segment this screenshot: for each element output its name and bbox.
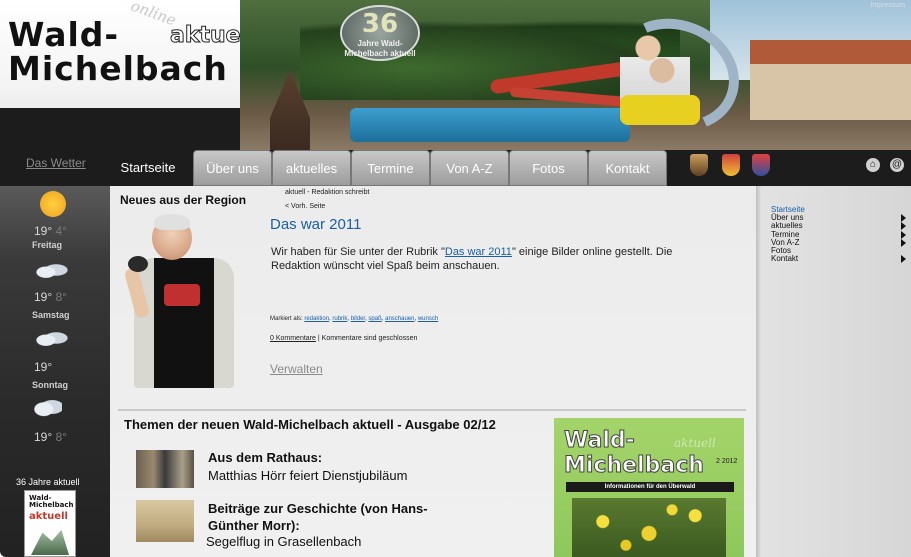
topic-title[interactable]: Aus dem Rathaus: [208, 450, 322, 465]
tab-startseite[interactable]: Startseite [114, 150, 182, 186]
topic-title[interactable]: Beiträge zur Geschichte (von Hans-Günthe… [208, 500, 438, 534]
temp-low: 4° [55, 224, 67, 238]
sidebar-item-von-a-z[interactable]: Von A-Z [771, 238, 906, 247]
banner-pool [350, 108, 630, 142]
crest-icon-3[interactable] [752, 154, 770, 176]
weather-temp-3: 19° [34, 360, 52, 374]
photo-body [134, 258, 234, 388]
banner-houses [750, 40, 911, 120]
arrow-right-icon [901, 214, 906, 223]
weather-temp-4: 19° 8° [34, 430, 67, 444]
cloudy-icon [34, 259, 68, 281]
comments-separator: | [317, 335, 320, 342]
photo-shirt-print [164, 284, 200, 306]
temp-low: 8° [55, 290, 67, 304]
section-title-themen: Themen der neuen Wald-Michelbach aktuell… [124, 417, 496, 432]
promo-cover[interactable]: Wald-Michelbach aktuell [24, 490, 76, 557]
weather-temp-2: 19° 8° [34, 290, 67, 304]
topic-thumbnail[interactable] [136, 500, 194, 542]
temp-high: 19° [34, 430, 53, 444]
previous-page-link[interactable]: < Vorh. Seite [285, 203, 325, 210]
promo-aktuell-text: aktuell [29, 511, 68, 522]
cover-strip: Informationen für den Überwald [566, 482, 734, 492]
promo-wald-text: Wald-Michelbach [29, 494, 74, 509]
topic-subtitle[interactable]: Matthias Hörr feiert Dienstjubiläum [208, 468, 407, 483]
cover-flowers-photo [572, 498, 726, 557]
tag-link[interactable]: spaß [368, 316, 381, 322]
impressum-link[interactable]: Impressum [870, 2, 905, 9]
promo-label: 36 Jahre aktuell [16, 477, 80, 487]
tags-label: Markiert als: [270, 316, 303, 322]
rain-icon [34, 396, 62, 418]
arrow-right-icon [901, 230, 906, 239]
logo-text-michelbach: Michelbach [8, 49, 228, 88]
arrow-right-icon [901, 222, 906, 231]
section-title-region: Neues aus der Region [120, 193, 247, 207]
comments-line: 0 Kommentare | Kommentare sind geschloss… [270, 335, 417, 342]
cover-title-wald: Wald- [564, 428, 636, 453]
logo-text-wald: Wald- [8, 15, 120, 54]
manage-link[interactable]: Verwalten [270, 362, 323, 376]
tag-link[interactable]: wunsch [418, 316, 438, 322]
comments-closed-text: Kommentare sind geschlossen [321, 335, 418, 342]
anniversary-badge: 36 Jahre Wald-Michelbach aktuell [340, 5, 420, 61]
cover-title-michelbach: Michelbach [564, 453, 705, 478]
article-title[interactable]: Das war 2011 [270, 216, 361, 233]
tab-von-a-z[interactable]: Von A-Z [430, 150, 509, 186]
sidebar-item-kontakt[interactable]: Kontakt [771, 254, 906, 264]
tag-link[interactable]: bilder [351, 316, 365, 322]
magazine-cover[interactable]: Wald- aktuell Michelbach 2 2012 Informat… [554, 418, 744, 557]
tab-aktuelles[interactable]: aktuelles [272, 150, 351, 186]
tag-list: Markiert als: redaktion, rubrik, bilder,… [270, 316, 439, 322]
article-text-pre: Wir haben für Sie unter der Rubrik " [271, 246, 445, 258]
weather-temp-1: 19° 4° [34, 224, 67, 238]
banner-cart [620, 95, 700, 125]
topic-subtitle[interactable]: Segelflug in Grasellenbach [206, 534, 361, 549]
weather-link[interactable]: Das Wetter [26, 156, 86, 170]
temp-high: 19° [34, 290, 53, 304]
sidebar-item-label: Kontakt [771, 254, 799, 264]
cover-title-aktuell: aktuell [674, 436, 716, 450]
temp-high: 19° [34, 360, 53, 374]
article-link[interactable]: Das war 2011 [445, 246, 512, 258]
page: { "logo": {"line1": "Wald-", "online": "… [0, 0, 911, 557]
tag-link[interactable]: rubrik [332, 316, 347, 322]
tab-termine[interactable]: Termine [351, 150, 430, 186]
tag-link[interactable]: redaktion [304, 316, 329, 322]
home-icon[interactable]: ⌂ [866, 158, 880, 172]
tag-link[interactable]: anschauen [385, 316, 414, 322]
weather-day-2: Samstag [32, 310, 70, 320]
sidebar-menu: Startseite Über uns aktuelles Termine Vo… [771, 205, 906, 264]
temp-low: 8° [55, 430, 67, 444]
photo-hair [154, 214, 190, 230]
email-icon[interactable]: @ [890, 158, 904, 172]
comments-link[interactable]: 0 Kommentare [270, 335, 316, 342]
promo-picture [31, 529, 69, 555]
sun-icon [40, 191, 66, 217]
topic-thumbnail[interactable] [136, 450, 194, 488]
badge-text: Jahre Wald-Michelbach aktuell [344, 39, 416, 58]
section-divider [118, 409, 746, 411]
weather-day-3: Sonntag [32, 380, 68, 390]
crest-icon-1[interactable] [690, 154, 708, 176]
temp-high: 19° [34, 224, 53, 238]
arrow-right-icon [901, 255, 906, 264]
weather-day-1: Freitag [32, 240, 63, 250]
speaker-photo [120, 210, 250, 390]
crest-icon-2[interactable] [722, 154, 740, 176]
tab-fotos[interactable]: Fotos [509, 150, 588, 186]
tab-ueber-uns[interactable]: Über uns [193, 150, 272, 186]
tab-kontakt[interactable]: Kontakt [588, 150, 667, 186]
badge-number: 36 [361, 9, 399, 39]
cloudy-icon [34, 327, 68, 349]
header-banner [240, 0, 911, 150]
arrow-right-icon [901, 238, 906, 247]
article-body: Wir haben für Sie unter der Rubrik "Das … [271, 245, 711, 273]
cover-issue: 2 2012 [716, 458, 738, 465]
microphone-icon [128, 256, 148, 272]
breadcrumb[interactable]: aktuell - Redaktion schreibt [285, 189, 369, 196]
